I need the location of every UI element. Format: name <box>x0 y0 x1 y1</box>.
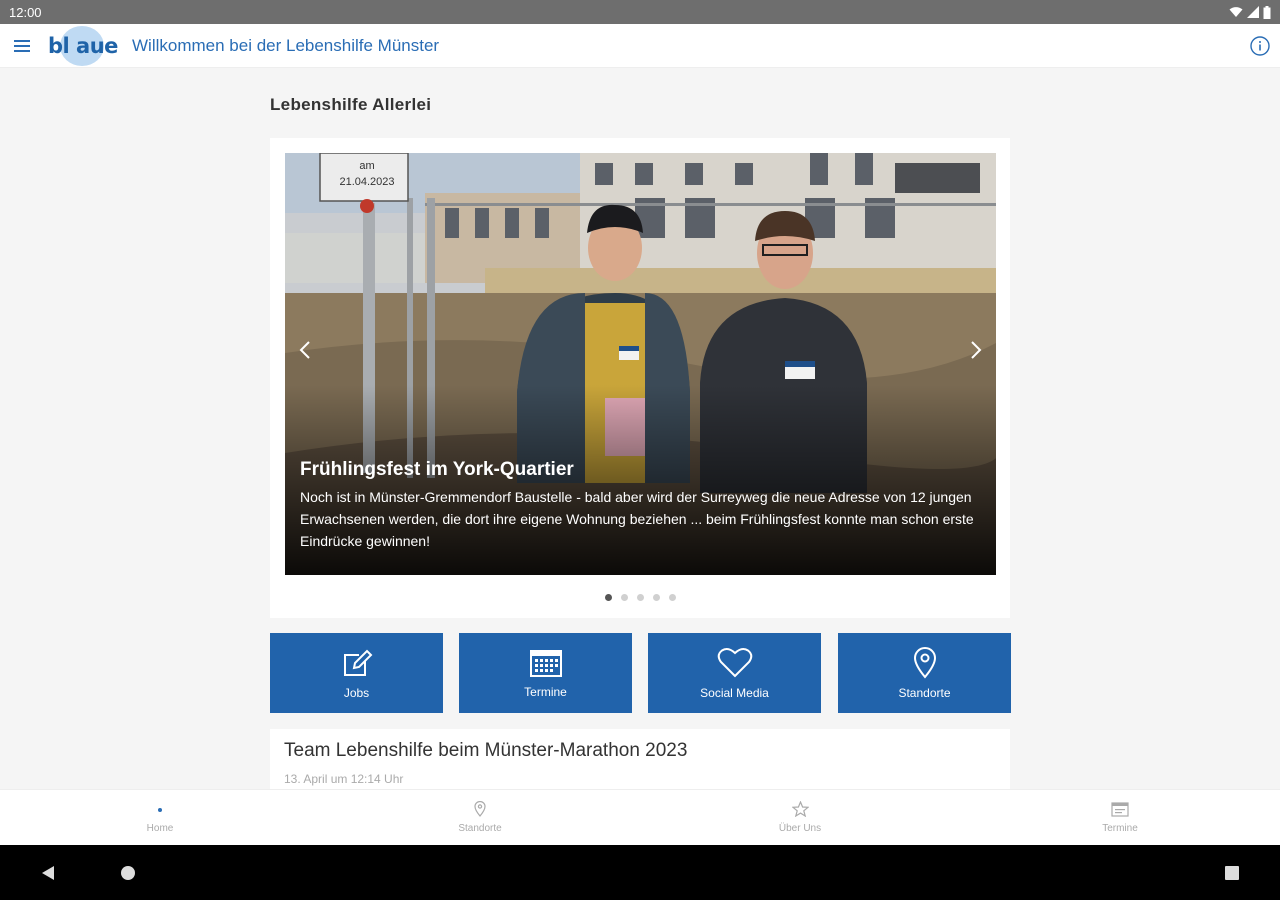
carousel-dot[interactable] <box>604 594 612 601</box>
nav-standorte-label: Standorte <box>458 823 502 834</box>
slide-caption: Frühlingsfest im York-Quartier Noch ist … <box>300 459 984 552</box>
star-icon <box>791 801 809 817</box>
info-icon <box>1250 35 1270 56</box>
calendar-icon <box>1111 801 1129 817</box>
slide-text: Noch ist in Münster-Gremmendorf Baustell… <box>300 489 974 549</box>
section-title: Lebenshilfe Allerlei <box>270 95 432 114</box>
nav-home-label: Home <box>146 823 174 834</box>
tile-termine-label: Termine <box>524 684 567 699</box>
hamburger-menu-icon <box>14 39 30 52</box>
calendar-icon <box>529 649 562 677</box>
article-date: 13. April um 12:14 Uhr <box>284 772 404 786</box>
heart-icon <box>717 647 752 677</box>
tile-standorte[interactable]: Standorte <box>838 633 1011 713</box>
nav-item-home[interactable]: Home <box>0 790 320 845</box>
info-button[interactable] <box>1240 24 1280 68</box>
back-triangle-icon <box>42 866 54 880</box>
nav-item-ueber-uns[interactable]: Über Uns <box>640 790 960 845</box>
menu-button[interactable] <box>0 24 44 68</box>
nav-item-standorte[interactable]: Standorte <box>320 790 640 845</box>
carousel-dot[interactable] <box>652 594 660 601</box>
tile-termine[interactable]: Termine <box>459 633 632 713</box>
location-pin-icon <box>913 646 936 679</box>
carousel-prev-button[interactable] <box>290 335 320 365</box>
sign-line-2: 21.04.2023 <box>339 176 394 188</box>
home-icon <box>158 808 162 812</box>
signal-icon <box>1247 6 1259 18</box>
news-carousel: am 21.04.2023 Frühlingsfest im York-Quar… <box>270 138 1010 618</box>
bottom-navigation: Home Standorte Über Uns Termine <box>0 789 1280 845</box>
carousel-dot[interactable] <box>636 594 644 601</box>
status-time: 12:00 <box>9 4 42 20</box>
nav-termine-label: Termine <box>1102 822 1138 834</box>
status-bar: 12:00 <box>0 0 1280 24</box>
logo-text: bl aue <box>48 33 118 58</box>
carousel-next-button[interactable] <box>961 335 991 365</box>
app-title: Willkommen bei der Lebenshilfe Münster <box>132 35 440 55</box>
edit-icon <box>343 649 372 676</box>
article-title: Team Lebenshilfe beim Münster-Marathon 2… <box>284 740 688 761</box>
carousel-indicators <box>270 594 1010 601</box>
system-navigation-bar <box>0 845 1280 900</box>
tile-jobs[interactable]: Jobs <box>270 633 443 713</box>
carousel-dot[interactable] <box>620 594 628 601</box>
sign-line-1: am <box>359 160 374 172</box>
system-recents-button[interactable] <box>1220 861 1244 885</box>
home-circle-icon <box>121 866 135 880</box>
slide-title: Frühlingsfest im York-Quartier <box>300 459 574 480</box>
chevron-right-icon <box>971 341 982 359</box>
chevron-left-icon <box>299 341 310 359</box>
status-icons <box>1229 5 1271 19</box>
app-bar: bl aue Willkommen bei der Lebenshilfe Mü… <box>0 24 1280 68</box>
tile-social-media-label: Social Media <box>700 685 769 700</box>
tile-social-media[interactable]: Social Media <box>648 633 821 713</box>
location-pin-icon <box>474 801 486 817</box>
app-logo: bl aue <box>44 24 122 68</box>
nav-item-termine[interactable]: Termine <box>960 790 1280 845</box>
tile-jobs-label: Jobs <box>343 685 370 700</box>
system-home-button[interactable] <box>116 861 140 885</box>
wifi-icon <box>1229 7 1243 17</box>
recents-square-icon <box>1225 866 1239 880</box>
carousel-dot[interactable] <box>668 594 676 601</box>
nav-ueber-uns-label: Über Uns <box>778 823 822 834</box>
quick-links: Jobs Termine Social Media Standorte <box>270 633 1011 713</box>
carousel-slide[interactable]: am 21.04.2023 Frühlingsfest im York-Quar… <box>285 153 996 575</box>
tile-standorte-label: Standorte <box>898 685 951 700</box>
battery-icon <box>1263 5 1271 19</box>
system-back-button[interactable] <box>36 861 60 885</box>
